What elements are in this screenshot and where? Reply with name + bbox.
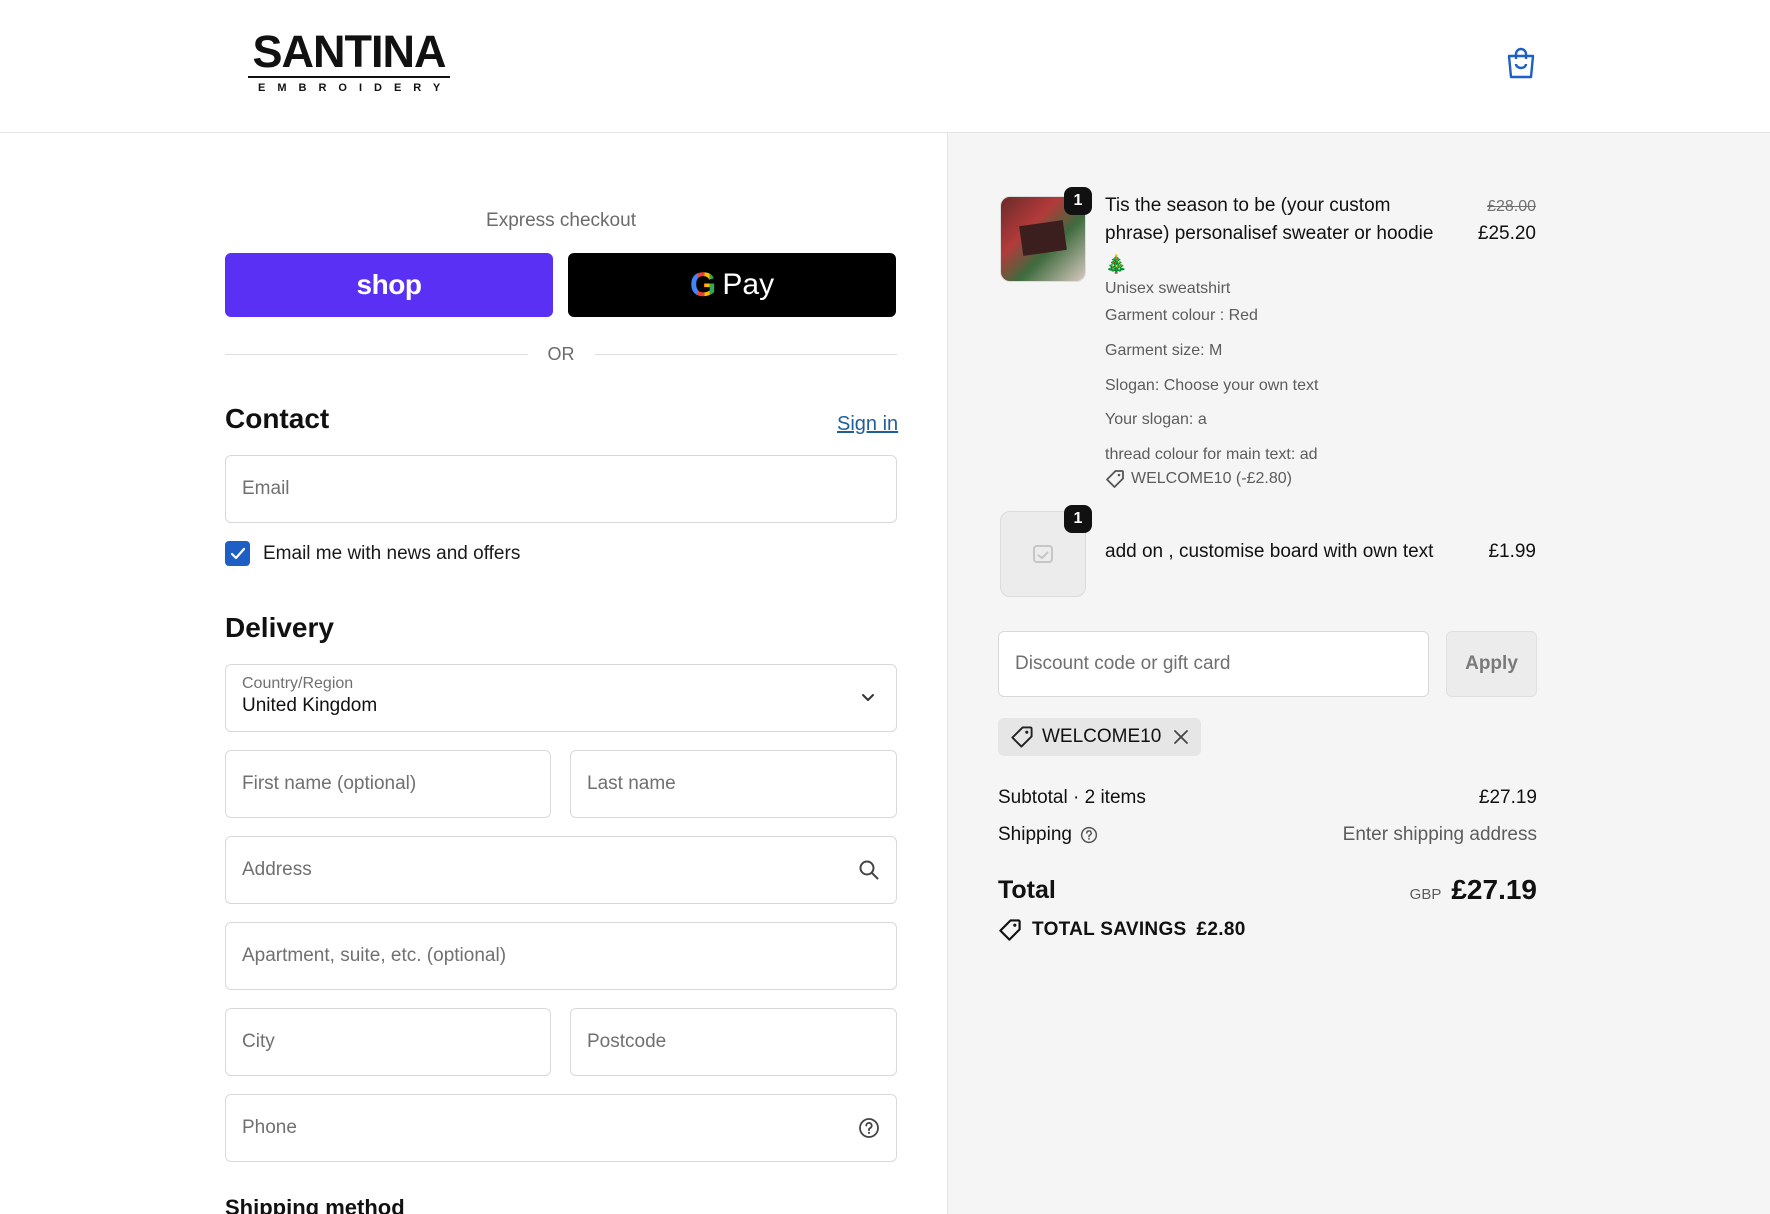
delivery-heading: Delivery <box>225 612 334 643</box>
subtotal-label: Subtotal · 2 items <box>998 787 1146 808</box>
google-g-icon: G <box>689 265 717 304</box>
tree-emoji: 🎄 <box>1105 254 1128 274</box>
item-title-line-1: Tis the season to be (your custom <box>1105 195 1391 216</box>
shop-pay-button[interactable]: shop <box>225 253 553 317</box>
address-placeholder: Address <box>242 859 312 880</box>
google-pay-button[interactable]: G Pay <box>568 253 896 317</box>
apply-discount-button[interactable]: Apply <box>1446 631 1537 697</box>
city-placeholder: City <box>242 1031 275 1052</box>
item-option: Garment colour : Red <box>1105 307 1258 324</box>
email-field[interactable]: Email <box>225 455 897 523</box>
item-discount-label: WELCOME10 (-£2.80) <box>1131 470 1292 487</box>
item-price: £25.20 <box>1477 223 1536 244</box>
express-checkout-title: Express checkout <box>486 210 636 231</box>
item-title-line-2: phrase) personalisef sweater or hoodie <box>1105 223 1434 244</box>
tag-icon <box>999 919 1021 941</box>
email-placeholder: Email <box>242 478 290 499</box>
last-name-placeholder: Last name <box>587 773 676 794</box>
image-placeholder-icon <box>1033 545 1053 563</box>
item-price: £1.99 <box>1488 541 1536 562</box>
divider-line <box>225 353 528 355</box>
item-option: Your slogan: a <box>1105 411 1207 428</box>
sign-in-link[interactable]: Sign in <box>837 413 898 436</box>
shop-pay-label: shop <box>356 269 422 300</box>
applied-discount-chip: WELCOME10 <box>998 718 1202 756</box>
product-image-detail <box>1019 220 1067 256</box>
checkout-header: SANTINA EMBROIDERY <box>0 0 1770 133</box>
help-circle-icon[interactable] <box>858 1117 880 1139</box>
item-option: thread colour for main text: ad <box>1105 446 1318 463</box>
google-pay-label: Pay <box>722 268 775 301</box>
address-field[interactable]: Address <box>225 836 897 904</box>
or-label: OR <box>547 343 575 364</box>
contact-heading: Contact <box>225 403 330 434</box>
store-logo[interactable]: SANTINA EMBROIDERY <box>248 26 453 94</box>
newsletter-label: Email me with news and offers <box>263 542 521 564</box>
postcode-field[interactable]: Postcode <box>570 1008 897 1076</box>
search-icon[interactable] <box>858 859 880 881</box>
item-option: Slogan: Choose your own text <box>1105 377 1319 394</box>
newsletter-checkbox[interactable] <box>225 541 250 566</box>
tag-icon <box>1106 470 1124 488</box>
total-value: £27.19 <box>1451 874 1537 905</box>
shipping-label-group: Shipping <box>998 824 1098 846</box>
tag-icon <box>1011 726 1033 748</box>
logo-subtitle: EMBROIDERY <box>258 82 453 94</box>
total-row: Total GBP £27.19 <box>998 874 1537 906</box>
apply-label: Apply <box>1465 653 1518 674</box>
first-name-field[interactable]: First name (optional) <box>225 750 551 818</box>
phone-placeholder: Phone <box>242 1117 297 1138</box>
item-option: Garment size: M <box>1105 342 1223 359</box>
item-original-price: £28.00 <box>1487 198 1536 215</box>
quantity-badge: 1 <box>1064 187 1092 215</box>
country-label: Country/Region <box>242 675 354 692</box>
shipping-label: Shipping <box>998 824 1072 845</box>
or-divider: OR <box>225 342 897 366</box>
total-currency: GBP <box>1409 886 1442 903</box>
discount-code-input[interactable]: Discount code or gift card <box>998 631 1429 697</box>
shipping-value: Enter shipping address <box>1342 824 1537 845</box>
total-amount: GBP £27.19 <box>1410 874 1537 906</box>
country-value: United Kingdom <box>242 695 378 716</box>
item-variant: Unisex sweatshirt <box>1105 280 1231 297</box>
total-label: Total <box>998 875 1056 904</box>
first-name-placeholder: First name (optional) <box>242 773 417 794</box>
city-field[interactable]: City <box>225 1008 551 1076</box>
quantity-badge: 1 <box>1064 505 1092 533</box>
help-circle-icon[interactable] <box>1080 826 1098 844</box>
discount-placeholder: Discount code or gift card <box>1015 653 1231 674</box>
shopping-bag-icon <box>1507 47 1535 79</box>
last-name-field[interactable]: Last name <box>570 750 897 818</box>
applied-code: WELCOME10 <box>1042 726 1162 747</box>
checkmark-icon <box>230 547 245 559</box>
shipping-method-heading: Shipping method <box>225 1195 405 1214</box>
country-select[interactable]: Country/Region United Kingdom <box>225 664 897 732</box>
remove-discount-button[interactable] <box>1173 729 1189 745</box>
total-savings-label: TOTAL SAVINGS <box>1032 919 1187 940</box>
shipping-row: Shipping Enter shipping address <box>998 824 1537 846</box>
chevron-down-icon <box>862 694 874 701</box>
cart-button[interactable] <box>1505 46 1537 80</box>
close-icon <box>1174 730 1189 744</box>
subtotal-value: £27.19 <box>1478 787 1537 808</box>
total-savings-value: £2.80 <box>1196 919 1246 940</box>
phone-field[interactable]: Phone <box>225 1094 897 1162</box>
total-savings-row: TOTAL SAVINGS £2.80 <box>998 918 1246 942</box>
newsletter-option[interactable]: Email me with news and offers <box>225 541 520 566</box>
item-title: add on , customise board with own text <box>1105 541 1434 562</box>
subtotal-row: Subtotal · 2 items £27.19 <box>998 787 1537 809</box>
logo-wordmark: SANTINA <box>252 26 447 77</box>
postcode-placeholder: Postcode <box>587 1031 667 1052</box>
item-discount: WELCOME10 (-£2.80) <box>1105 469 1292 489</box>
divider-line <box>594 353 897 355</box>
apartment-field[interactable]: Apartment, suite, etc. (optional) <box>225 922 897 990</box>
apartment-placeholder: Apartment, suite, etc. (optional) <box>242 945 507 966</box>
